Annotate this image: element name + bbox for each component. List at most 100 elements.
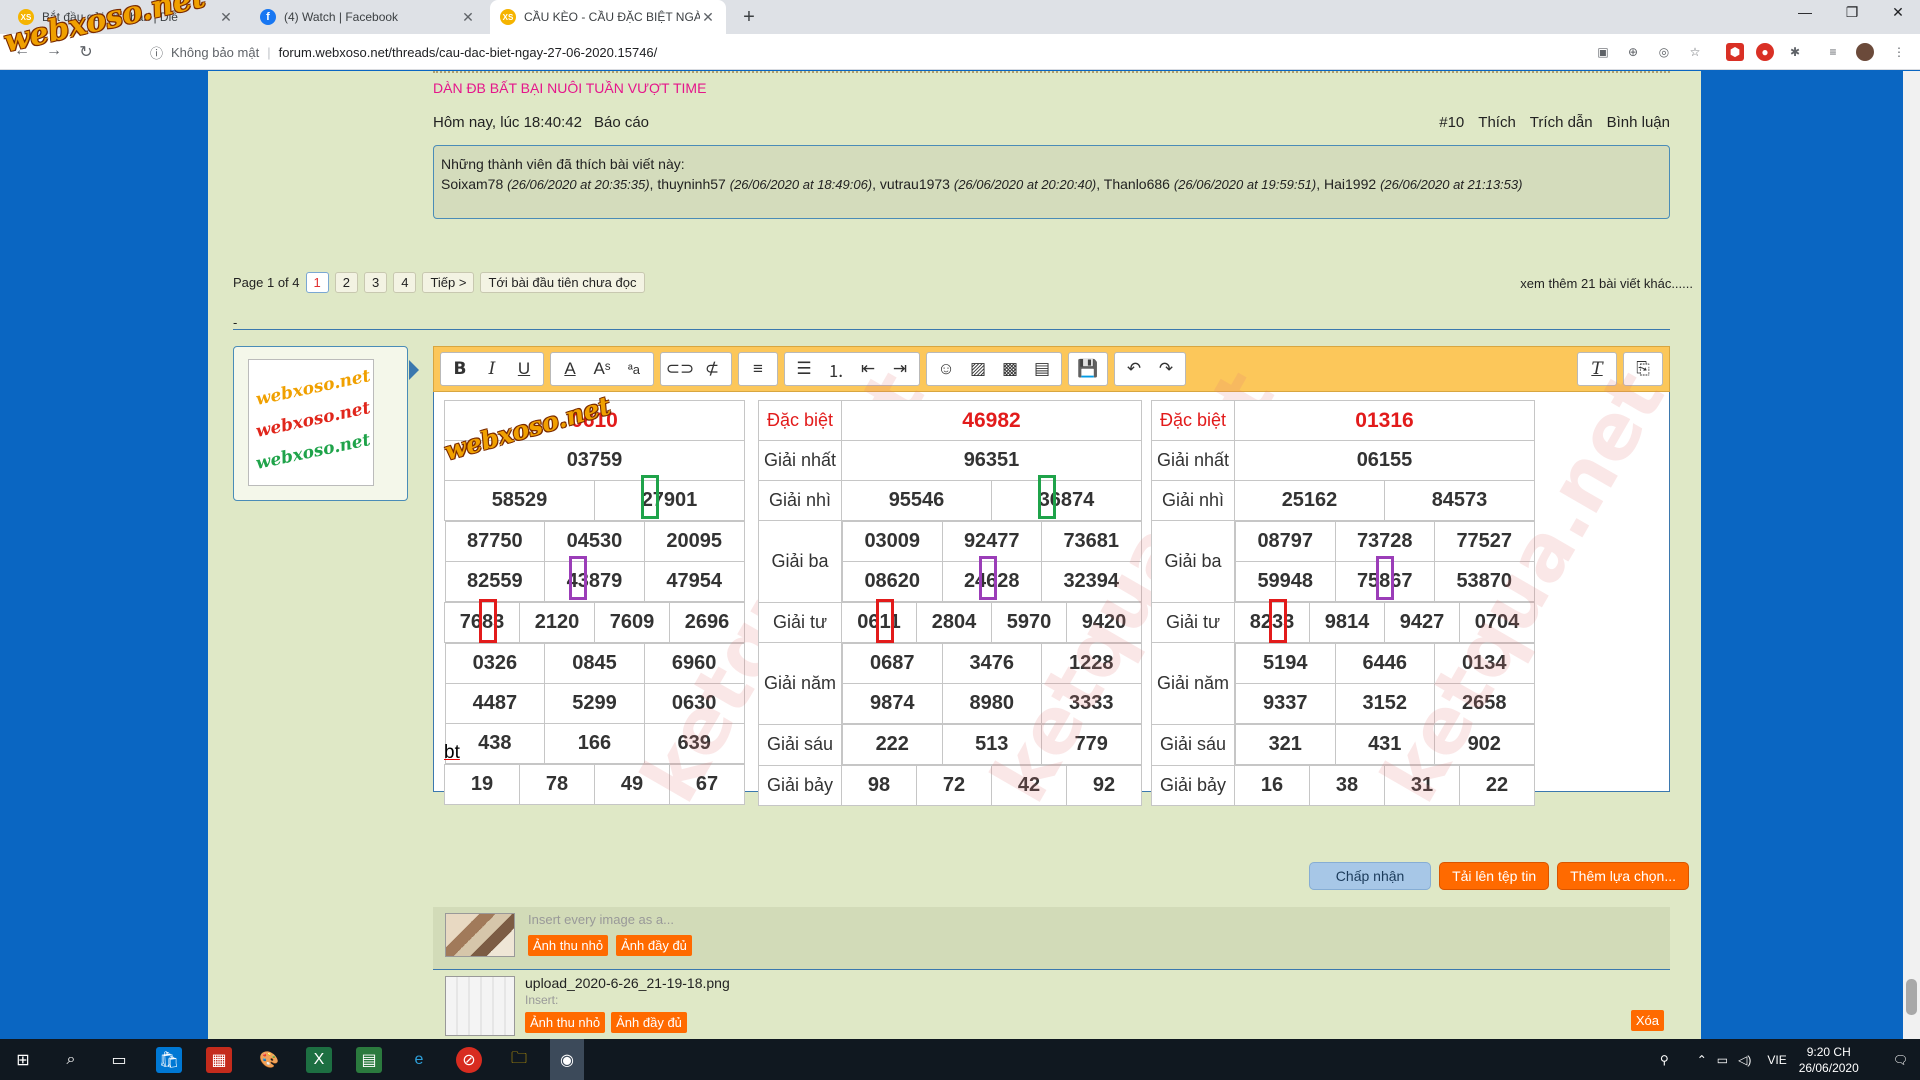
liker-name[interactable]: Hai1992 — [1324, 176, 1376, 192]
paint-icon[interactable]: 🎨 — [256, 1047, 282, 1073]
new-tab-icon[interactable]: + — [738, 6, 760, 29]
liker-name[interactable]: thuyninh57 — [657, 176, 726, 192]
bold-icon[interactable]: B — [445, 355, 475, 383]
puzzle-icon[interactable]: ✱ — [1786, 43, 1804, 61]
undo-icon[interactable]: ↶ — [1119, 355, 1149, 383]
profile-avatar[interactable] — [1856, 43, 1874, 61]
clear-format-icon[interactable]: T — [1582, 355, 1612, 383]
toggle-bbcode-icon[interactable]: ⎘ — [1628, 355, 1658, 383]
comment-link[interactable]: Bình luận — [1607, 114, 1670, 131]
media-icon[interactable]: ▩ — [995, 355, 1025, 383]
next-page-link[interactable]: Tiếp > — [422, 272, 475, 293]
avatar[interactable]: webxoso.net webxoso.net webxoso.net — [248, 359, 374, 486]
align-left-icon[interactable]: ≡ — [743, 355, 773, 383]
page-scrollbar[interactable] — [1903, 71, 1920, 1039]
clock[interactable]: 9:20 CH 26/06/2020 — [1799, 1044, 1859, 1076]
tab-label: (4) Watch | Facebook — [284, 10, 399, 24]
liker-name[interactable]: Thanlo686 — [1104, 176, 1170, 192]
more-options-button[interactable]: Thêm lựa chọn... — [1557, 862, 1689, 890]
fourth-prize: 7683 — [444, 599, 520, 643]
insert-thumbnail-button[interactable]: Ảnh thu nhỏ — [528, 935, 609, 956]
tray-chevron-icon[interactable]: ⌃ — [1697, 1053, 1707, 1067]
language-indicator[interactable]: VIE — [1767, 1053, 1786, 1067]
zoom-icon[interactable]: ⊕ — [1624, 43, 1642, 61]
liker-name[interactable]: vutrau1973 — [880, 176, 950, 192]
hide-icon[interactable]: ◎ — [1655, 43, 1673, 61]
network-icon[interactable]: ▭ — [1717, 1053, 1728, 1067]
underline-icon[interactable]: U — [509, 355, 539, 383]
page-link-2[interactable]: 2 — [334, 272, 358, 293]
notifications-icon[interactable]: 🗨 — [1893, 1053, 1908, 1067]
edge-icon[interactable]: e — [406, 1047, 432, 1073]
menu-icon[interactable]: ⋮ — [1890, 43, 1908, 61]
indent-icon[interactable]: ⇥ — [885, 355, 915, 383]
task-view-icon[interactable]: ▭ — [106, 1047, 132, 1073]
close-icon[interactable]: ✕ — [218, 9, 234, 26]
close-icon[interactable]: ✕ — [700, 9, 716, 26]
people-icon[interactable]: ⚲ — [1660, 1053, 1669, 1067]
url-bar[interactable]: ⓘ Không bảo mật | forum.webxoso.net/thre… — [150, 39, 1550, 65]
font-size-icon[interactable]: Aˢ — [587, 355, 617, 383]
redo-icon[interactable]: ↷ — [1151, 355, 1181, 383]
liker-name[interactable]: Soixam78 — [441, 176, 503, 192]
third-prize: 77527 — [1434, 521, 1535, 562]
report-link[interactable]: Báo cáo — [594, 114, 649, 131]
more-posts-link[interactable]: xem thêm 21 bài viết khác...... — [1520, 276, 1693, 291]
insert-thumbnail-button[interactable]: Ảnh thu nhỏ — [525, 1012, 606, 1033]
quote-link[interactable]: Trích dẫn — [1530, 114, 1593, 131]
page-link-1[interactable]: 1 — [305, 272, 329, 293]
spreadsheet-icon[interactable]: ▤ — [356, 1047, 382, 1073]
upload-file-button[interactable]: Tải lên tệp tin — [1439, 862, 1550, 890]
tab-facebook[interactable]: f (4) Watch | Facebook ✕ — [250, 0, 486, 34]
bookmark-star-icon[interactable]: ☆ — [1686, 43, 1704, 61]
outdent-icon[interactable]: ⇤ — [853, 355, 883, 383]
reload-icon[interactable]: ↻ — [76, 42, 96, 62]
unlink-icon[interactable]: ⊄ — [697, 355, 727, 383]
app-circle-icon[interactable]: ⊘ — [456, 1047, 482, 1073]
file-explorer-icon[interactable]: 🗀 — [506, 1047, 532, 1073]
like-link[interactable]: Thích — [1478, 114, 1516, 131]
extension-red-icon[interactable]: ● — [1756, 43, 1774, 61]
windows-start-icon[interactable]: ⊞ — [10, 1047, 36, 1073]
reading-list-icon[interactable]: ≡ — [1824, 43, 1842, 61]
message-editor[interactable]: webxoso.net 0610 03759 58529 27901 87750… — [433, 357, 1682, 817]
screen-cast-icon[interactable]: ▣ — [1594, 43, 1612, 61]
accept-button[interactable]: Chấp nhận — [1309, 862, 1432, 890]
smiley-icon[interactable]: ☺ — [931, 355, 961, 383]
numbered-list-icon[interactable]: ⒈ — [821, 355, 851, 383]
info-icon[interactable]: ⓘ — [150, 43, 163, 62]
italic-icon[interactable]: I — [477, 355, 507, 383]
scrollbar-thumb[interactable] — [1906, 979, 1917, 1015]
font-family-icon[interactable]: ªa — [619, 355, 649, 383]
image-icon[interactable]: ▨ — [963, 355, 993, 383]
insert-full-image-button[interactable]: Ảnh đầy đủ — [611, 1012, 687, 1033]
page-link-4[interactable]: 4 — [393, 272, 417, 293]
font-color-icon[interactable]: A — [555, 355, 585, 383]
excel-icon[interactable]: X — [306, 1047, 332, 1073]
adblock-icon[interactable]: ⬢ — [1726, 43, 1744, 61]
minimize-icon[interactable]: — — [1785, 4, 1825, 20]
chrome-icon[interactable]: ◉ — [550, 1039, 584, 1080]
tab-forum-active[interactable]: XS CẦU KÈO - CẦU ĐẶC BIỆT NGÀY ✕ — [490, 0, 726, 34]
window-close-icon[interactable]: ✕ — [1878, 4, 1918, 21]
bullet-list-icon[interactable]: ☰ — [789, 355, 819, 383]
code-icon[interactable]: ▤ — [1027, 355, 1057, 383]
page-link-3[interactable]: 3 — [363, 272, 388, 293]
attachment-filename[interactable]: upload_2020-6-26_21-19-18.png — [525, 975, 730, 991]
maximize-icon[interactable]: ❐ — [1832, 4, 1872, 21]
save-draft-icon[interactable]: 💾 — [1073, 355, 1103, 383]
editor-typed-text[interactable]: bt — [444, 742, 460, 764]
store-icon[interactable]: 🛍 — [156, 1047, 182, 1073]
delete-attachment-button[interactable]: Xóa — [1630, 1010, 1664, 1031]
app-red-icon[interactable]: ▦ — [206, 1047, 232, 1073]
volume-icon[interactable]: ◁) — [1738, 1053, 1751, 1067]
search-icon[interactable]: ⌕ — [58, 1047, 84, 1073]
close-icon[interactable]: ✕ — [460, 9, 476, 26]
seventh-prize: 67 — [669, 764, 745, 805]
post-number[interactable]: #10 — [1439, 114, 1464, 131]
insert-full-image-button[interactable]: Ảnh đầy đủ — [616, 935, 692, 956]
url-text[interactable]: forum.webxoso.net/threads/cau-dac-biet-n… — [279, 45, 658, 60]
attachment-thumbnail[interactable] — [445, 976, 515, 1036]
first-unread-link[interactable]: Tới bài đầu tiên chưa đọc — [480, 272, 645, 293]
link-icon[interactable]: ⊂⊃ — [665, 355, 695, 383]
